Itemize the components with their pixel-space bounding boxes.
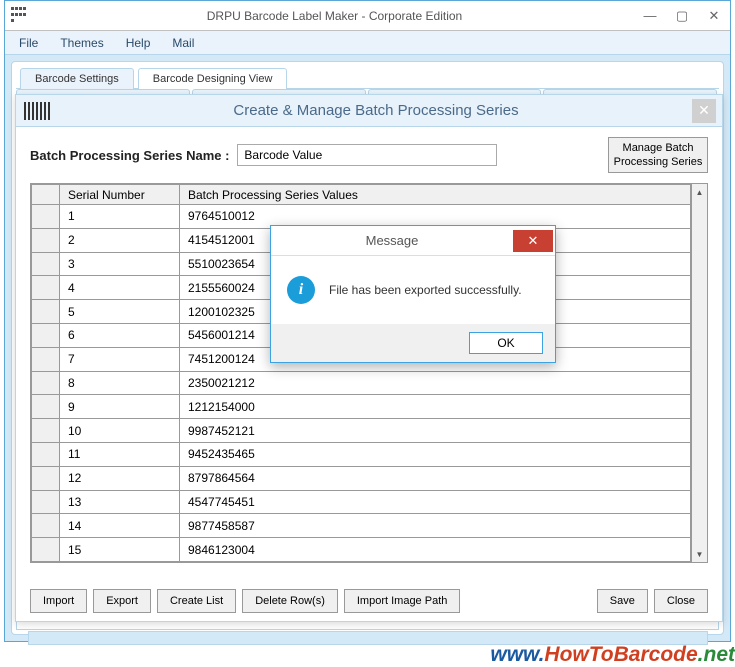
cell-value[interactable]: 9987452121	[180, 419, 691, 443]
titlebar: DRPU Barcode Label Maker - Corporate Edi…	[5, 1, 730, 31]
table-row[interactable]: 82350021212	[32, 371, 691, 395]
row-handle	[32, 371, 60, 395]
scroll-up-icon[interactable]: ▲	[692, 184, 707, 200]
barcode-icon	[24, 102, 52, 120]
row-handle	[32, 466, 60, 490]
watermark-prefix: www.	[490, 643, 544, 666]
row-handle	[32, 205, 60, 229]
cell-serial[interactable]: 15	[60, 538, 180, 562]
row-handle	[32, 323, 60, 347]
delete-rows-button[interactable]: Delete Row(s)	[242, 589, 338, 613]
import-button[interactable]: Import	[30, 589, 87, 613]
info-icon: i	[287, 276, 315, 304]
save-button[interactable]: Save	[597, 589, 648, 613]
row-handle	[32, 395, 60, 419]
table-row[interactable]: 134547745451	[32, 490, 691, 514]
row-handle	[32, 514, 60, 538]
table-row[interactable]: 119452435465	[32, 442, 691, 466]
message-text: File has been exported successfully.	[329, 283, 522, 297]
cell-serial[interactable]: 3	[60, 252, 180, 276]
row-handle	[32, 538, 60, 562]
table-row[interactable]: 149877458587	[32, 514, 691, 538]
row-handle	[32, 490, 60, 514]
scroll-down-icon[interactable]: ▼	[692, 546, 707, 562]
manage-batch-button[interactable]: Manage Batch Processing Series	[608, 137, 708, 173]
series-name-input[interactable]	[237, 144, 497, 166]
create-list-button[interactable]: Create List	[157, 589, 236, 613]
message-close-button[interactable]: ✕	[513, 230, 553, 252]
message-footer: OK	[271, 324, 555, 362]
cell-value[interactable]: 9846123004	[180, 538, 691, 562]
menubar: File Themes Help Mail	[5, 31, 730, 55]
subtabs: Barcode Settings Barcode Designing View	[16, 66, 719, 89]
row-handle	[32, 252, 60, 276]
cell-serial[interactable]: 4	[60, 276, 180, 300]
table-row[interactable]: 159846123004	[32, 538, 691, 562]
cell-value[interactable]: 9452435465	[180, 442, 691, 466]
minimize-button[interactable]: —	[634, 5, 666, 27]
cell-value[interactable]: 2350021212	[180, 371, 691, 395]
table-row[interactable]: 128797864564	[32, 466, 691, 490]
watermark-suffix: .net	[698, 643, 735, 666]
cell-serial[interactable]: 5	[60, 300, 180, 324]
tab-barcode-settings[interactable]: Barcode Settings	[20, 68, 134, 89]
message-body: i File has been exported successfully.	[271, 256, 555, 324]
row-handle	[32, 276, 60, 300]
watermark: www.HowToBarcode.net	[490, 642, 735, 667]
cell-serial[interactable]: 7	[60, 347, 180, 371]
cell-serial[interactable]: 2	[60, 228, 180, 252]
grid-scrollbar[interactable]: ▲ ▼	[691, 184, 707, 562]
cell-serial[interactable]: 6	[60, 323, 180, 347]
export-button[interactable]: Export	[93, 589, 151, 613]
name-row: Batch Processing Series Name : Manage Ba…	[30, 137, 708, 173]
panel-title: Create & Manage Batch Processing Series	[60, 102, 692, 119]
cell-value[interactable]: 9877458587	[180, 514, 691, 538]
app-icon	[11, 7, 29, 25]
col-values: Batch Processing Series Values	[180, 185, 691, 205]
message-title: Message	[271, 233, 513, 248]
row-handle	[32, 300, 60, 324]
table-row[interactable]: 91212154000	[32, 395, 691, 419]
panel-close-button[interactable]: ✕	[692, 99, 716, 123]
menu-file[interactable]: File	[9, 34, 48, 52]
cell-serial[interactable]: 9	[60, 395, 180, 419]
col-blank	[32, 185, 60, 205]
window-title: DRPU Barcode Label Maker - Corporate Edi…	[35, 9, 634, 23]
ok-button[interactable]: OK	[469, 332, 543, 354]
cell-serial[interactable]: 10	[60, 419, 180, 443]
cell-serial[interactable]: 1	[60, 205, 180, 229]
message-dialog: Message ✕ i File has been exported succe…	[270, 225, 556, 363]
cell-value[interactable]: 1212154000	[180, 395, 691, 419]
menu-help[interactable]: Help	[116, 34, 161, 52]
table-row[interactable]: 109987452121	[32, 419, 691, 443]
maximize-button[interactable]: ▢	[666, 5, 698, 27]
cell-serial[interactable]: 11	[60, 442, 180, 466]
cell-serial[interactable]: 8	[60, 371, 180, 395]
cell-serial[interactable]: 12	[60, 466, 180, 490]
cell-value[interactable]: 4547745451	[180, 490, 691, 514]
window-controls: — ▢ ✕	[634, 5, 730, 27]
series-name-label: Batch Processing Series Name :	[30, 148, 229, 163]
close-panel-button[interactable]: Close	[654, 589, 708, 613]
cell-value[interactable]: 8797864564	[180, 466, 691, 490]
message-titlebar: Message ✕	[271, 226, 555, 256]
row-handle	[32, 347, 60, 371]
row-handle	[32, 228, 60, 252]
panel-footer: Import Export Create List Delete Row(s) …	[30, 589, 708, 613]
import-image-path-button[interactable]: Import Image Path	[344, 589, 461, 613]
row-handle	[32, 419, 60, 443]
watermark-domain: HowToBarcode	[544, 643, 697, 666]
spacer	[466, 589, 590, 613]
cell-serial[interactable]: 14	[60, 514, 180, 538]
menu-mail[interactable]: Mail	[162, 34, 204, 52]
cell-serial[interactable]: 13	[60, 490, 180, 514]
close-button[interactable]: ✕	[698, 5, 730, 27]
menu-themes[interactable]: Themes	[50, 34, 113, 52]
tab-designing-view[interactable]: Barcode Designing View	[138, 68, 288, 89]
row-handle	[32, 442, 60, 466]
col-serial: Serial Number	[60, 185, 180, 205]
panel-header: Create & Manage Batch Processing Series …	[16, 95, 722, 127]
